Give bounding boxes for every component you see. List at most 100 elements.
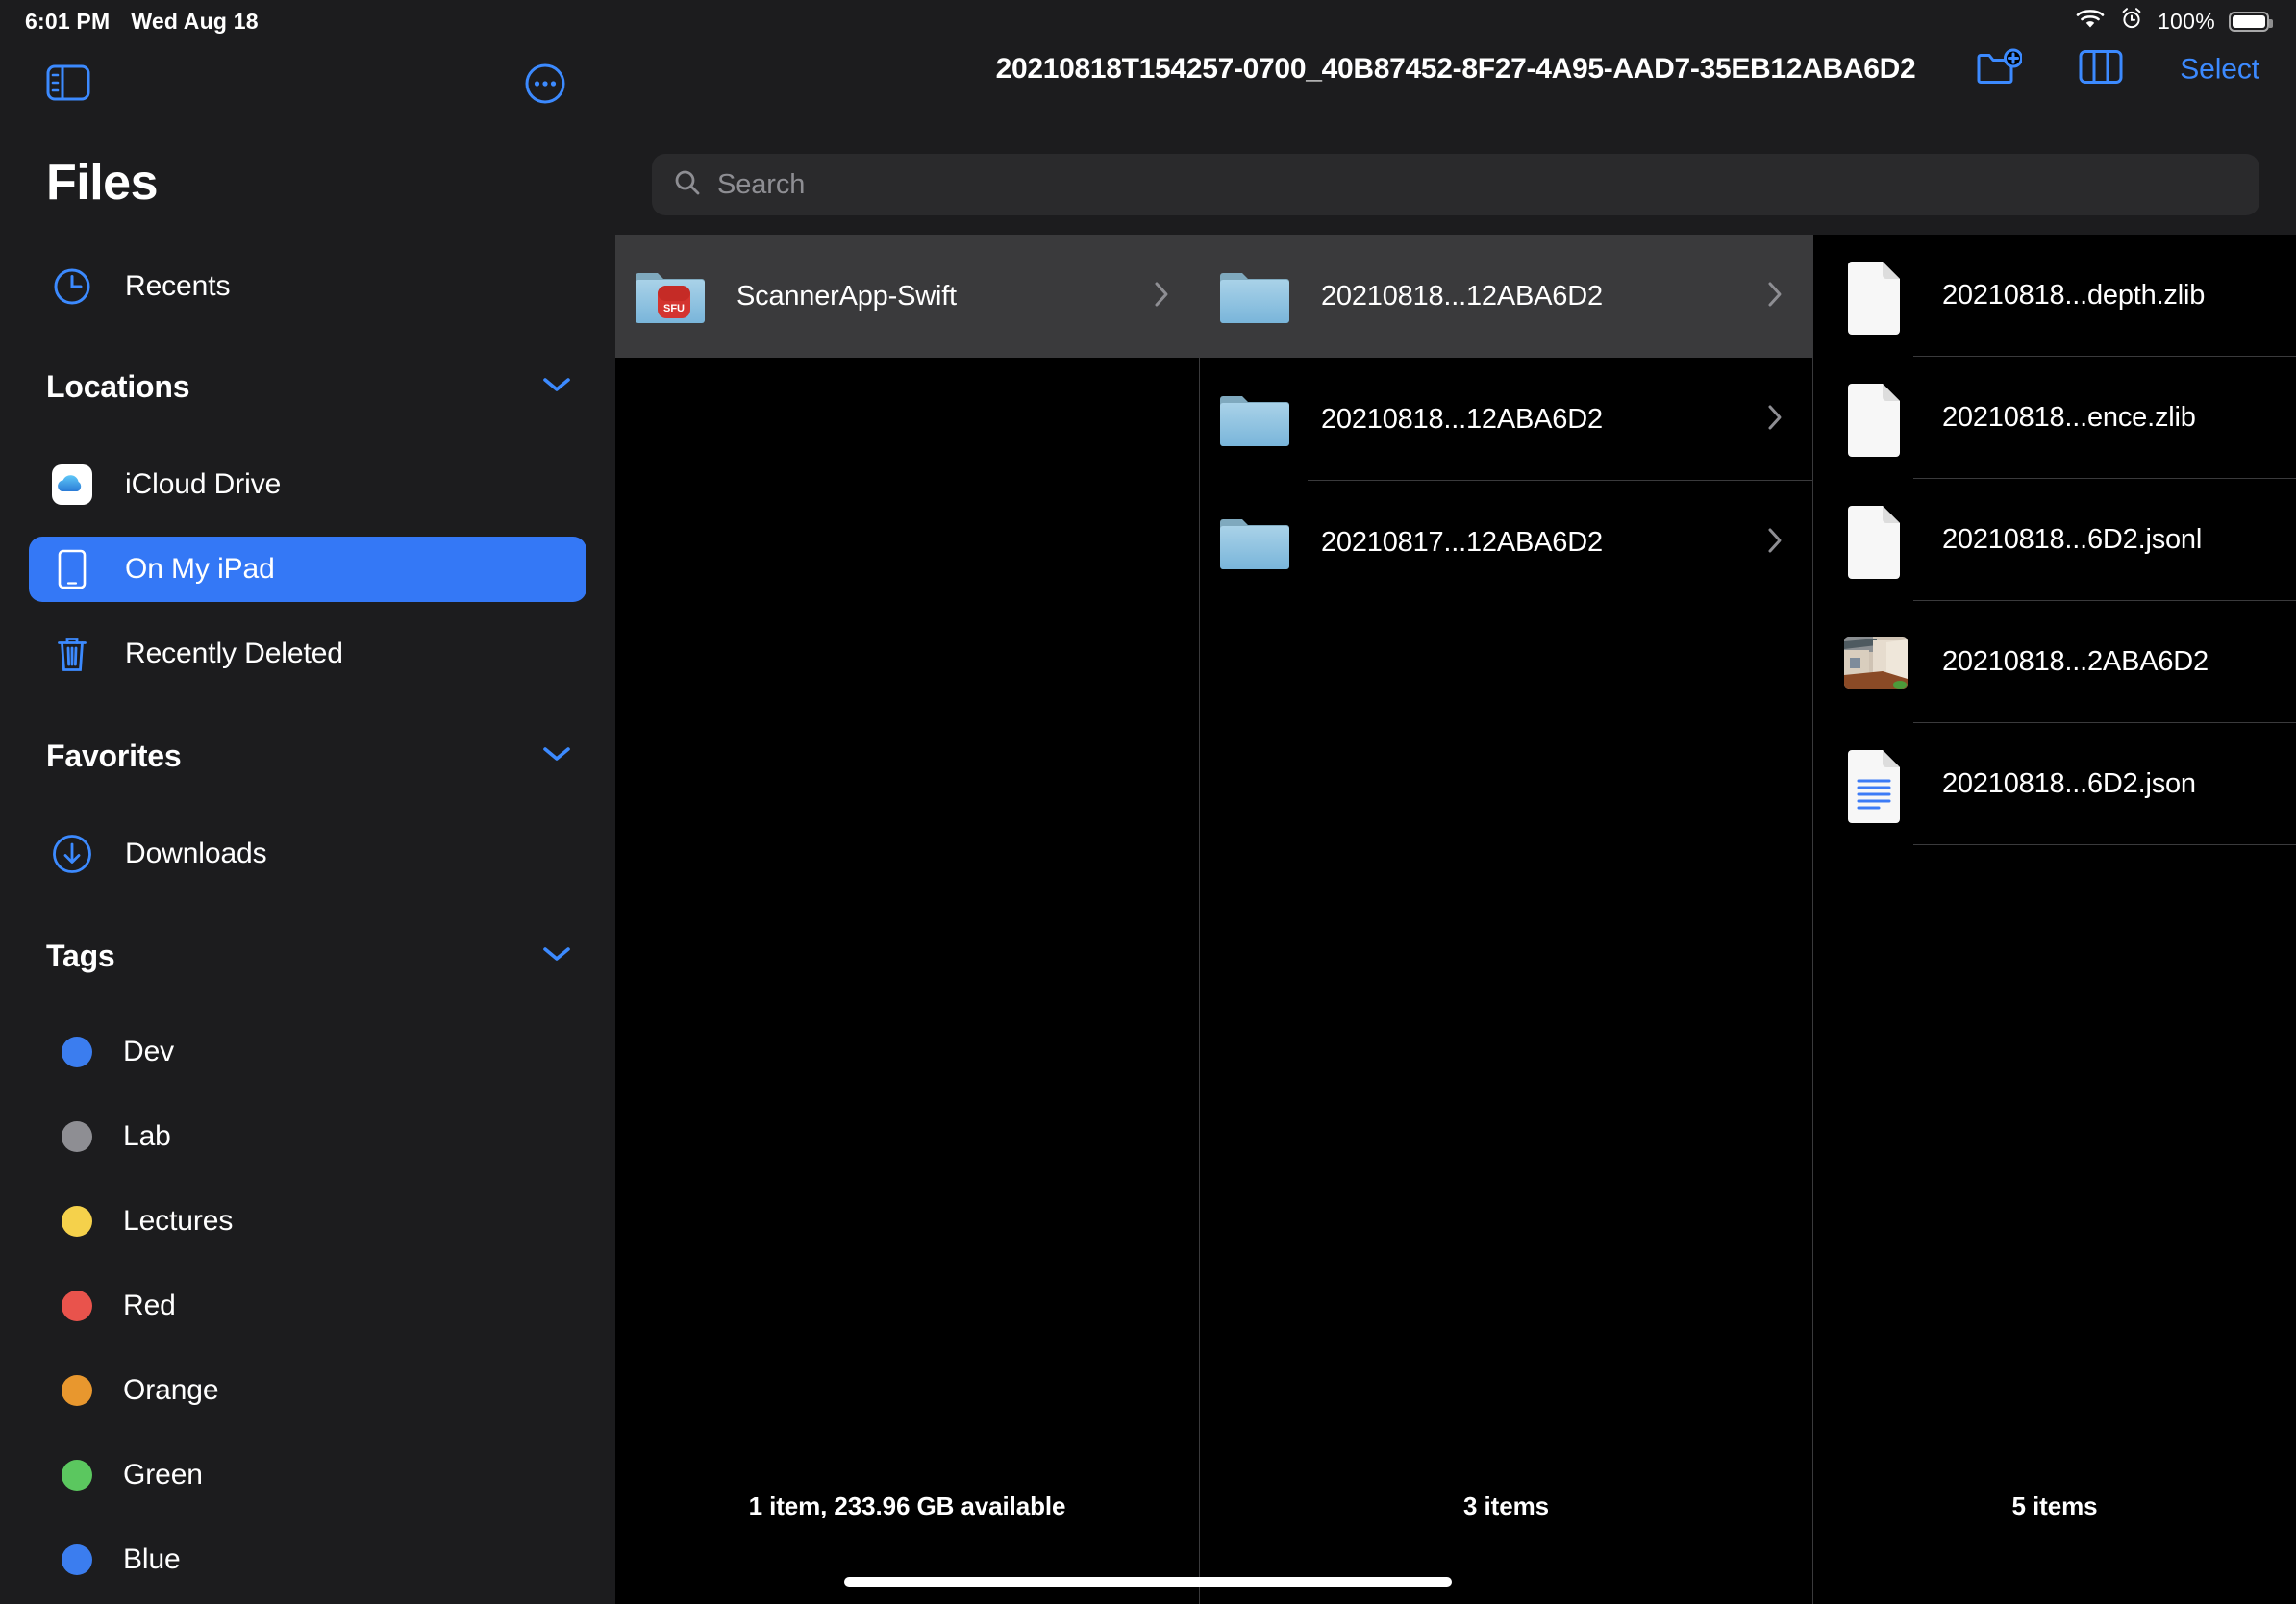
tag-color-dot xyxy=(62,1375,92,1406)
status-date: Wed Aug 18 xyxy=(131,8,259,34)
folder-app-icon: SFU xyxy=(629,266,711,326)
ipad-icon xyxy=(46,549,98,589)
tag-color-dot xyxy=(62,1206,92,1237)
tag-label: Blue xyxy=(123,1543,181,1575)
search-placeholder: Search xyxy=(717,168,806,200)
status-time: 6:01 PM xyxy=(25,8,111,34)
item-name: ScannerApp-Swift xyxy=(736,280,957,312)
files-app-window: 6:01 PM Wed Aug 18 100% Files Recents Lo… xyxy=(0,0,2296,1604)
column-two: 20210818...12ABA6D2 20210818...12ABA6D2 … xyxy=(1199,235,1812,1604)
column-two-list: 20210818...12ABA6D2 20210818...12ABA6D2 … xyxy=(1200,235,1812,604)
sidebar-tag-green[interactable]: Green xyxy=(29,1447,586,1503)
section-header-favorites[interactable]: Favorites xyxy=(46,735,586,777)
navbar-actions: Select xyxy=(1976,48,2259,91)
item-name: 20210818...ence.zlib xyxy=(1942,402,2196,433)
sidebar-tag-lectures[interactable]: Lectures xyxy=(29,1193,586,1249)
chevron-right-icon[interactable] xyxy=(1153,280,1170,313)
photo-thumbnail-icon xyxy=(1834,636,1917,689)
list-item[interactable]: 20210818...ence.zlib xyxy=(1813,357,2296,479)
wifi-icon xyxy=(2075,7,2106,36)
tag-color-dot xyxy=(62,1121,92,1152)
sidebar-tag-lab[interactable]: Lab xyxy=(29,1109,586,1165)
tag-label: Lab xyxy=(123,1120,171,1152)
chevron-down-icon[interactable] xyxy=(542,745,571,767)
text-document-icon xyxy=(1834,746,1917,823)
sidebar-item-label: Recents xyxy=(125,270,231,302)
list-item[interactable]: 20210817...12ABA6D2 xyxy=(1200,481,1812,604)
select-button[interactable]: Select xyxy=(2180,53,2259,86)
column-view-icon[interactable] xyxy=(2078,48,2124,91)
sidebar-item-label: Downloads xyxy=(125,838,267,869)
search-icon xyxy=(673,168,702,202)
blank-document-icon xyxy=(1834,380,1917,457)
battery-percent: 100% xyxy=(2157,8,2215,34)
column-one: SFU ScannerApp-Swift 1 item, 233.96 GB a… xyxy=(615,235,1199,1604)
new-folder-icon[interactable] xyxy=(1976,48,2024,91)
tag-color-dot xyxy=(62,1291,92,1321)
column-two-footer: 3 items xyxy=(1463,1491,1549,1520)
battery-full-icon xyxy=(2229,11,2273,32)
tag-label: Orange xyxy=(123,1374,219,1406)
clock-icon xyxy=(46,267,98,306)
column-three-footer: 5 items xyxy=(2011,1491,2098,1520)
tag-label: Green xyxy=(123,1459,203,1491)
section-header-tags[interactable]: Tags xyxy=(46,935,586,977)
item-name: 20210818...12ABA6D2 xyxy=(1321,280,1603,312)
chevron-down-icon[interactable] xyxy=(542,945,571,967)
item-name: 20210818...12ABA6D2 xyxy=(1321,403,1603,435)
more-ellipsis-icon[interactable] xyxy=(525,63,565,109)
list-item[interactable]: 20210818...12ABA6D2 xyxy=(1200,358,1812,481)
list-item[interactable]: SFU ScannerApp-Swift xyxy=(615,235,1199,358)
list-item[interactable]: 20210818...12ABA6D2 xyxy=(1200,235,1812,358)
folder-icon xyxy=(1213,266,1296,326)
status-bar-left: 6:01 PM Wed Aug 18 xyxy=(25,9,259,35)
status-bar-right: 100% xyxy=(2075,6,2273,37)
tag-color-dot xyxy=(62,1544,92,1575)
chevron-right-icon[interactable] xyxy=(1766,526,1784,560)
section-title: Locations xyxy=(46,368,190,404)
section-header-locations[interactable]: Locations xyxy=(46,365,586,408)
sidebar-tag-blue[interactable]: Blue xyxy=(29,1532,586,1588)
sidebar-item-on-my-ipad[interactable]: On My iPad xyxy=(29,537,586,602)
status-bar: 6:01 PM Wed Aug 18 100% xyxy=(0,0,2296,42)
tag-label: Lectures xyxy=(123,1205,234,1237)
tag-color-dot xyxy=(62,1037,92,1067)
svg-text:SFU: SFU xyxy=(663,303,685,314)
sidebar-tag-orange[interactable]: Orange xyxy=(29,1363,586,1418)
blank-document-icon xyxy=(1834,258,1917,335)
tag-label: Red xyxy=(123,1290,176,1321)
sidebar-tag-red[interactable]: Red xyxy=(29,1278,586,1334)
chevron-down-icon[interactable] xyxy=(542,376,571,398)
item-name: 20210817...12ABA6D2 xyxy=(1321,526,1603,558)
sidebar-item-icloud-drive[interactable]: iCloud Drive xyxy=(29,452,586,517)
list-item[interactable]: 20210818...2ABA6D2 xyxy=(1813,601,2296,723)
section-title: Tags xyxy=(46,938,115,973)
search-input[interactable]: Search xyxy=(652,154,2259,215)
sidebar-item-label: Recently Deleted xyxy=(125,638,343,669)
tag-label: Dev xyxy=(123,1036,175,1067)
column-one-footer: 1 item, 233.96 GB available xyxy=(748,1491,1066,1520)
blank-document-icon xyxy=(1834,502,1917,579)
list-item[interactable]: 20210818...6D2.jsonl xyxy=(1813,479,2296,601)
icloud-drive-icon xyxy=(46,464,98,506)
section-title: Favorites xyxy=(46,738,182,773)
home-indicator[interactable] xyxy=(844,1577,1452,1587)
column-three-list: 20210818...depth.zlib 20210818...ence.zl… xyxy=(1813,235,2296,845)
item-name: 20210818...depth.zlib xyxy=(1942,280,2206,311)
chevron-right-icon[interactable] xyxy=(1766,403,1784,437)
list-item[interactable]: 20210818...depth.zlib xyxy=(1813,235,2296,357)
item-name: 20210818...2ABA6D2 xyxy=(1942,646,2209,677)
column-three: 20210818...depth.zlib 20210818...ence.zl… xyxy=(1812,235,2296,1604)
sidebar-item-recently-deleted[interactable]: Recently Deleted xyxy=(29,621,586,687)
trash-icon xyxy=(46,634,98,674)
sidebar-toggle-icon[interactable] xyxy=(46,63,90,107)
sidebar-item-downloads[interactable]: Downloads xyxy=(29,821,586,887)
chevron-right-icon[interactable] xyxy=(1766,280,1784,313)
sidebar-item-recents[interactable]: Recents xyxy=(29,254,586,319)
column-one-list: SFU ScannerApp-Swift xyxy=(615,235,1199,358)
sidebar-tag-dev[interactable]: Dev xyxy=(29,1024,586,1080)
alarm-clock-icon xyxy=(2119,6,2144,37)
item-name: 20210818...6D2.json xyxy=(1942,768,2196,799)
list-item[interactable]: 20210818...6D2.json xyxy=(1813,723,2296,845)
column-browser: SFU ScannerApp-Swift 1 item, 233.96 GB a… xyxy=(615,235,2296,1604)
